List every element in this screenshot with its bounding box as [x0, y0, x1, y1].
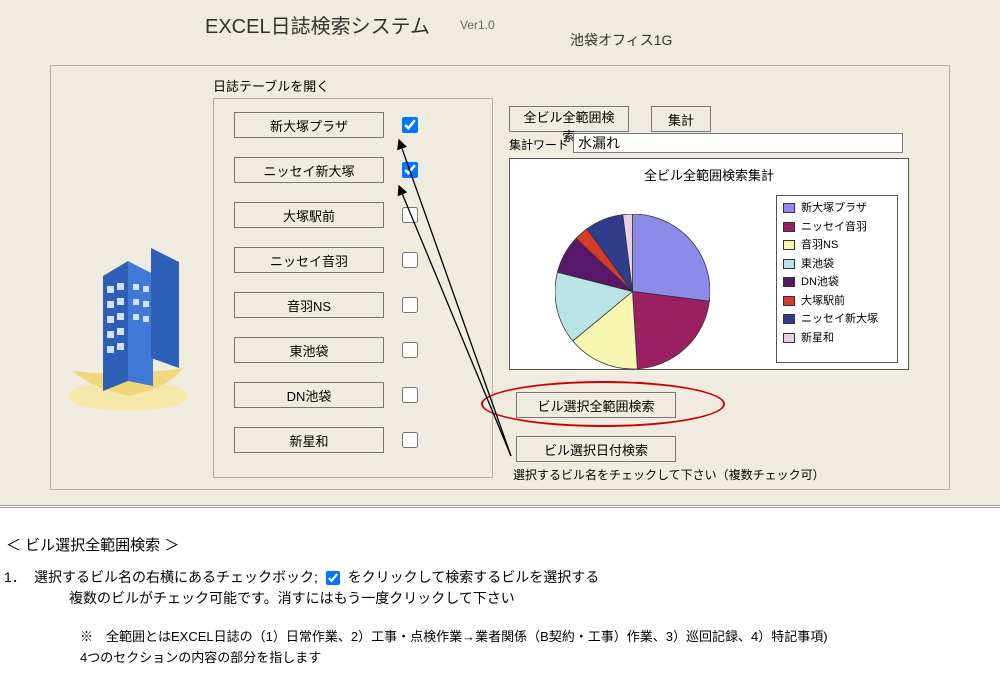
legend-label: DN池袋	[801, 274, 839, 291]
building-list-label: 日誌テーブルを開く	[213, 76, 329, 95]
legend-swatch	[783, 203, 795, 213]
legend-item: ニッセイ新大塚	[783, 311, 891, 328]
office-label: 池袋オフィス1G	[570, 30, 672, 50]
legend-swatch	[783, 296, 795, 306]
legend-swatch	[783, 277, 795, 287]
app-title: EXCEL日誌検索システム	[205, 10, 430, 39]
building-button[interactable]: DN池袋	[234, 382, 384, 408]
building-checkbox[interactable]	[402, 387, 418, 403]
building-checkbox[interactable]	[402, 207, 418, 223]
legend-item: DN池袋	[783, 274, 891, 291]
legend-label: 新大塚プラザ	[801, 200, 867, 217]
step1-text-a: 選択するビル名の右横にあるチェックボック;	[34, 569, 318, 585]
chart-frame: 全ビル全範囲検索集計 新大塚プラザニッセイ音羽音羽NS 東池袋DN池袋大塚駅前ニッ…	[509, 158, 909, 370]
chart-title: 全ビル全範囲検索集計	[510, 165, 908, 184]
note-line1: ※ 全範囲とはEXCEL日誌の（1）日常作業、2）工事・点検作業→業者関係（B契…	[80, 629, 828, 644]
example-checkbox-icon	[326, 571, 340, 585]
legend-item: 新星和	[783, 330, 891, 347]
building-button[interactable]: 音羽NS	[234, 292, 384, 318]
selected-building-range-search-button[interactable]: ビル選択全範囲検索	[516, 392, 676, 418]
building-row: ニッセイ新大塚	[234, 156, 421, 184]
building-button[interactable]: 東池袋	[234, 337, 384, 363]
legend-swatch	[783, 240, 795, 250]
legend-item: 東池袋	[783, 256, 891, 273]
building-button[interactable]: ニッセイ音羽	[234, 247, 384, 273]
building-checkbox[interactable]	[402, 297, 418, 313]
legend-label: 新星和	[801, 330, 834, 347]
legend-swatch	[783, 333, 795, 343]
selected-building-date-search-button[interactable]: ビル選択日付検索	[516, 436, 676, 462]
all-building-search-button[interactable]: 全ビル全範囲検索	[509, 106, 629, 132]
checkbox-hint: 選択するビル名をチェックして下さい（複数チェック可）	[513, 466, 825, 483]
building-list-frame: 新大塚プラザニッセイ新大塚大塚駅前ニッセイ音羽音羽NS 東池袋 DN池袋新星和	[213, 98, 493, 478]
legend-label: ニッセイ新大塚	[801, 311, 878, 328]
pie-chart	[555, 214, 710, 369]
legend-label: 音羽NS	[801, 237, 838, 254]
building-checkbox[interactable]	[402, 117, 418, 133]
legend-label: ニッセイ音羽	[801, 219, 867, 236]
app-version: Ver1.0	[460, 18, 495, 32]
building-checkbox[interactable]	[402, 432, 418, 448]
step1-text-b: をクリックして検索するビルを選択する	[348, 569, 600, 585]
legend-item: 音羽NS	[783, 237, 891, 254]
legend-label: 大塚駅前	[801, 293, 845, 310]
building-checkbox[interactable]	[402, 162, 418, 178]
legend-swatch	[783, 222, 795, 232]
legend-swatch	[783, 259, 795, 269]
building-row: ニッセイ音羽	[234, 246, 421, 274]
building-row: 新星和	[234, 426, 421, 454]
note-line2: 4つのセクションの内容の部分を指します	[80, 650, 321, 665]
legend-swatch	[783, 314, 795, 324]
building-row: 大塚駅前	[234, 201, 421, 229]
building-checkbox[interactable]	[402, 252, 418, 268]
building-row: 新大塚プラザ	[234, 111, 421, 139]
legend-item: 大塚駅前	[783, 293, 891, 310]
chart-legend: 新大塚プラザニッセイ音羽音羽NS 東池袋DN池袋大塚駅前ニッセイ新大塚新星和	[776, 195, 898, 363]
building-button[interactable]: 大塚駅前	[234, 202, 384, 228]
legend-item: ニッセイ音羽	[783, 219, 891, 236]
step-number: 1．	[4, 567, 34, 587]
aggregate-word-label: 集計ワード	[509, 136, 569, 153]
aggregate-word-input[interactable]	[573, 133, 903, 153]
help-section: ＜ ビル選択全範囲検索 ＞ 1． 選択するビル名の右横にあるチェックボック; を…	[0, 505, 1000, 669]
aggregate-button[interactable]: 集計	[651, 106, 711, 132]
legend-label: 東池袋	[801, 256, 834, 273]
help-section-title: ＜ ビル選択全範囲検索 ＞	[6, 534, 1000, 555]
building-row: 東池袋	[234, 336, 421, 364]
building-row: 音羽NS	[234, 291, 421, 319]
building-button[interactable]: 新大塚プラザ	[234, 112, 384, 138]
main-frame: 日誌テーブルを開く	[50, 65, 950, 490]
legend-item: 新大塚プラザ	[783, 200, 891, 217]
building-row: DN池袋	[234, 381, 421, 409]
building-button[interactable]: 新星和	[234, 427, 384, 453]
building-checkbox[interactable]	[402, 342, 418, 358]
building-graphic	[63, 226, 193, 416]
building-button[interactable]: ニッセイ新大塚	[234, 157, 384, 183]
step1-text-c: 複数のビルがチェック可能です。消すにはもう一度クリックして下さい	[69, 590, 515, 606]
